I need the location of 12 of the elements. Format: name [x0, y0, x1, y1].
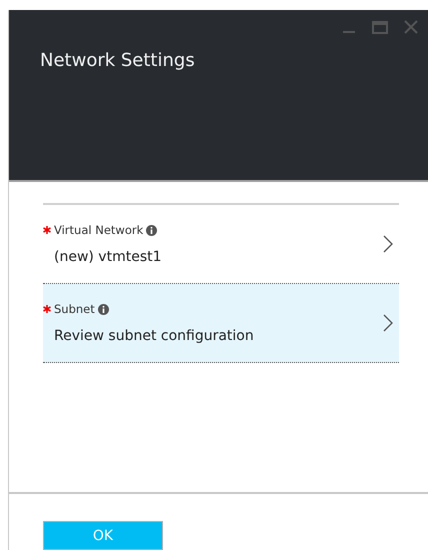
chevron-icon — [383, 314, 393, 332]
chevron-icon — [383, 235, 393, 253]
close-icon[interactable] — [404, 20, 418, 34]
field-label: Virtual Network — [54, 223, 144, 237]
field-value: (new) vtmtest1 — [53, 249, 163, 265]
maximize-icon[interactable] — [372, 20, 388, 34]
info-icon[interactable] — [146, 224, 158, 236]
window-title: Network Settings — [40, 50, 196, 71]
field-value: Review subnet configuration — [53, 328, 255, 344]
field-label: Subnet — [54, 302, 95, 316]
info-icon[interactable] — [98, 304, 109, 314]
setting-row[interactable]: Subnet Review subnet configuration — [43, 284, 399, 363]
